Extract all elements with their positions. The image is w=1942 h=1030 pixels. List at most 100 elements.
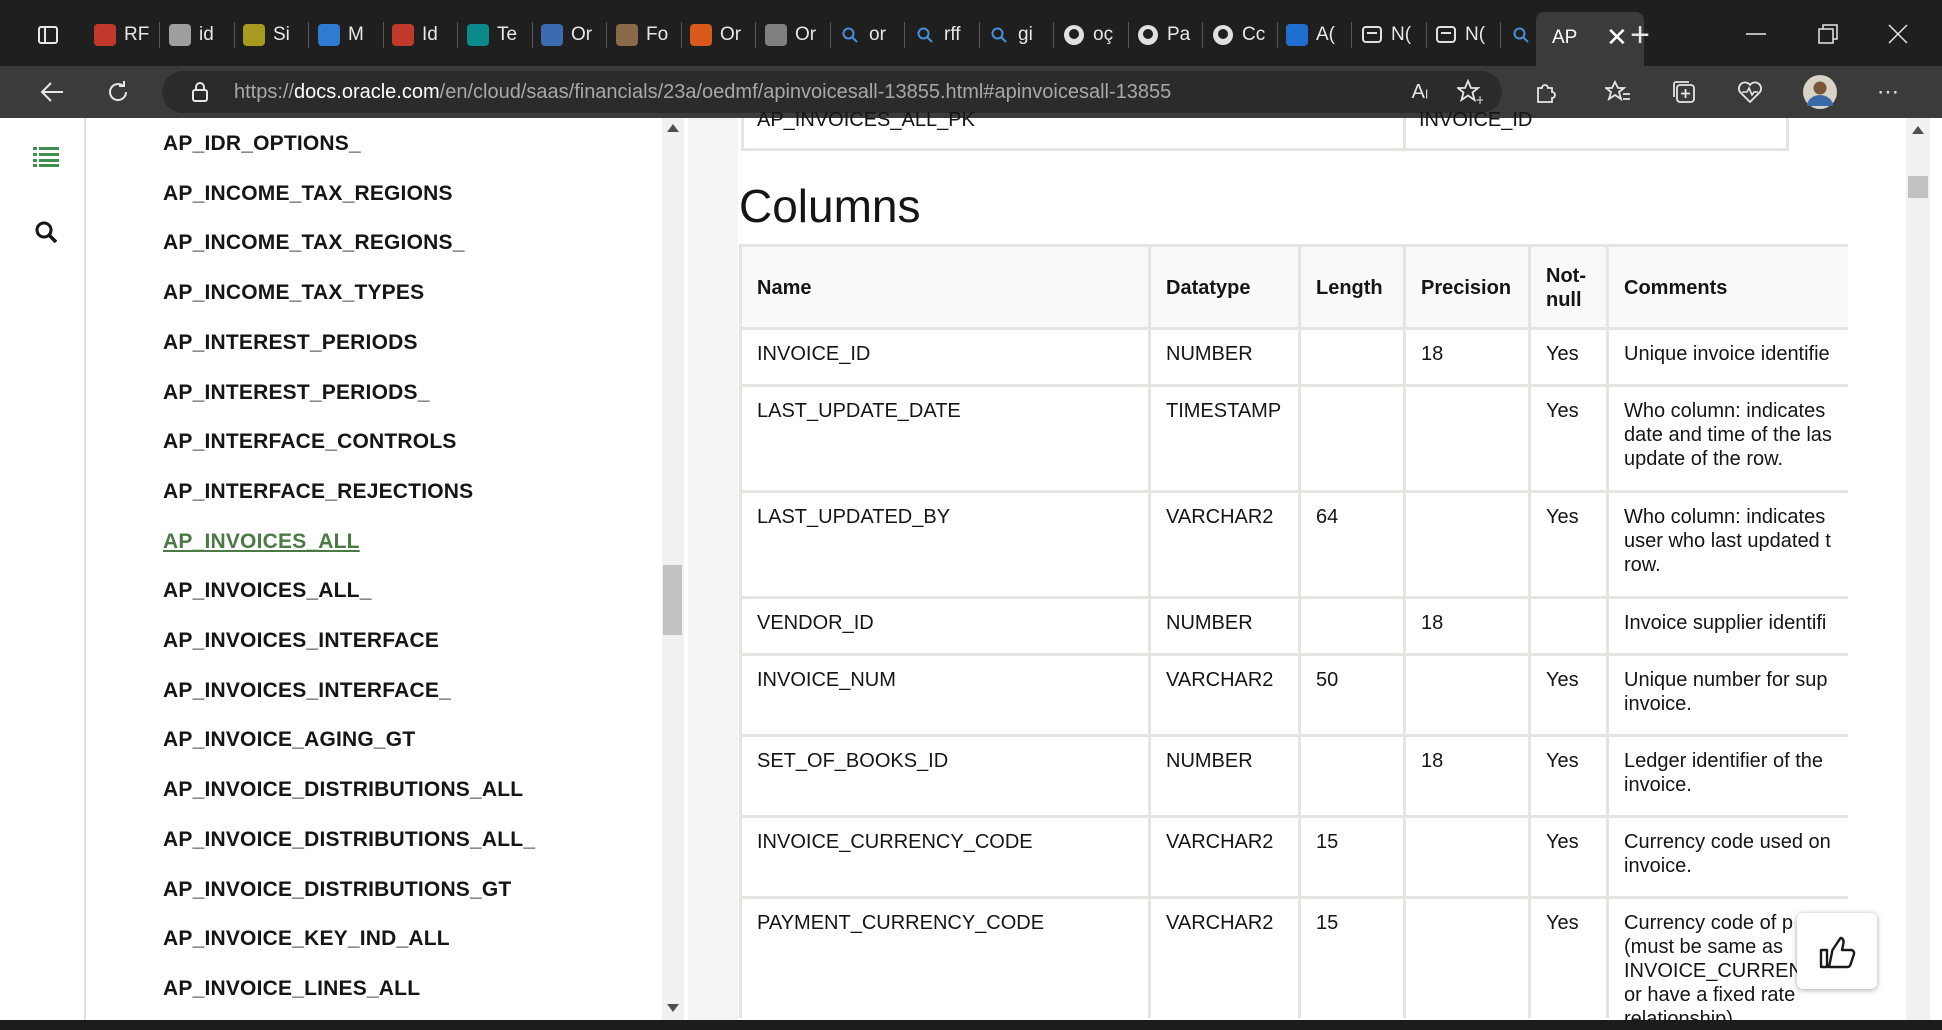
column-header-line: Not- bbox=[1546, 265, 1586, 287]
toc-link[interactable]: AP_INTERFACE_REJECTIONS bbox=[163, 480, 473, 504]
feedback-button[interactable] bbox=[1797, 913, 1877, 989]
toc-link[interactable]: AP_INVOICE_AGING_GT bbox=[163, 728, 415, 752]
table-cell: TIMESTAMP bbox=[1166, 400, 1282, 422]
profile-avatar-icon[interactable] bbox=[1798, 70, 1842, 114]
table-cell: PAYMENT_CURRENCY_CODE bbox=[757, 912, 1045, 934]
browser-tab[interactable]: N( bbox=[1361, 17, 1424, 53]
toc-link[interactable]: AP_INVOICE_DISTRIBUTIONS_ALL bbox=[163, 778, 523, 802]
github-icon bbox=[1063, 24, 1085, 46]
comments-cell: Unique number for sup invoice. bbox=[1624, 668, 1848, 741]
scroll-down-arrow-icon[interactable] bbox=[667, 1004, 679, 1012]
toc-link[interactable]: AP_IDR_OPTIONS_ bbox=[163, 132, 361, 156]
tab-separator bbox=[1425, 22, 1427, 48]
table-of-contents-icon[interactable] bbox=[24, 134, 68, 178]
toc-link[interactable]: AP_INVOICE_LINES_ALL bbox=[163, 977, 420, 1001]
toc-link[interactable]: AP_INVOICE_DISTRIBUTIONS_GT bbox=[163, 878, 511, 902]
browser-tab[interactable]: Or bbox=[541, 17, 604, 53]
column-header: Datatype bbox=[1166, 277, 1251, 299]
comments-cell: Unique invoice identifie bbox=[1624, 342, 1848, 391]
minimize-icon[interactable] bbox=[1726, 12, 1786, 56]
comment-line: Who column: indicates bbox=[1624, 506, 1826, 528]
browser-tab[interactable]: N( bbox=[1435, 17, 1498, 53]
close-window-icon[interactable] bbox=[1868, 12, 1928, 56]
toc-link[interactable]: AP_INCOME_TAX_REGIONS bbox=[163, 182, 453, 206]
table-cell: INVOICE_ID bbox=[757, 343, 871, 365]
browser-tab[interactable]: Si bbox=[243, 17, 306, 53]
table-cell: 15 bbox=[1316, 831, 1339, 853]
toc-link[interactable]: AP_INTEREST_PERIODS_ bbox=[163, 381, 430, 405]
message-icon bbox=[1435, 24, 1457, 46]
toc-link[interactable]: AP_INTEREST_PERIODS bbox=[163, 331, 418, 355]
outlook-icon bbox=[318, 24, 340, 46]
tab-label: Or bbox=[720, 24, 742, 45]
svg-text:+: + bbox=[1475, 93, 1483, 105]
comment-line: row. bbox=[1624, 554, 1661, 576]
tab-separator bbox=[754, 22, 756, 48]
table-cell bbox=[1421, 911, 1524, 935]
toc-link[interactable]: AP_INVOICES_INTERFACE bbox=[163, 629, 439, 653]
lock-icon[interactable] bbox=[178, 70, 222, 114]
taskbar-edge bbox=[0, 1020, 1942, 1030]
tab-separator bbox=[1350, 22, 1352, 48]
toc-link[interactable]: AP_INVOICES_ALL bbox=[163, 530, 360, 554]
search-icon bbox=[839, 24, 861, 46]
browser-tab[interactable]: A( bbox=[1286, 17, 1349, 53]
table-cell: NUMBER bbox=[1166, 750, 1253, 772]
tab-actions-icon[interactable] bbox=[26, 13, 70, 57]
main-scrollbar-thumb[interactable] bbox=[1908, 176, 1928, 198]
toc-link[interactable]: AP_INVOICE_KEY_IND_ALL bbox=[163, 927, 450, 951]
scroll-up-arrow-icon[interactable] bbox=[667, 124, 679, 132]
browser-tab[interactable]: or bbox=[839, 17, 902, 53]
browser-tab[interactable]: id bbox=[169, 17, 232, 53]
browser-tab[interactable]: rff bbox=[914, 17, 977, 53]
browser-tab[interactable]: Id bbox=[392, 17, 455, 53]
table-cell: Yes bbox=[1546, 912, 1579, 934]
table-cell: LAST_UPDATED_BY bbox=[757, 506, 951, 528]
url-text[interactable]: https://docs.oracle.com/en/cloud/saas/fi… bbox=[234, 76, 1171, 108]
main-scrollbar[interactable] bbox=[1906, 118, 1930, 1020]
toc-link[interactable]: AP_INTERFACE_CONTROLS bbox=[163, 430, 457, 454]
toc-link[interactable]: AP_INCOME_TAX_TYPES bbox=[163, 281, 424, 305]
restore-icon[interactable] bbox=[1798, 12, 1858, 56]
more-options-icon[interactable]: ⋯ bbox=[1866, 70, 1910, 114]
search-icon bbox=[914, 24, 936, 46]
browser-tab[interactable]: Fo bbox=[616, 17, 679, 53]
table-cell: SET_OF_BOOKS_ID bbox=[757, 750, 949, 772]
pk-name: AP_INVOICES_ALL_PK bbox=[757, 109, 975, 131]
tab-separator bbox=[1052, 22, 1054, 48]
table-cell: INVOICE_CURRENCY_CODE bbox=[757, 831, 1033, 853]
browser-tab[interactable]: RF bbox=[94, 17, 157, 53]
browser-tab[interactable]: Pa bbox=[1137, 17, 1200, 53]
browser-tab[interactable]: gi bbox=[988, 17, 1051, 53]
toc-link[interactable]: AP_INVOICES_ALL_ bbox=[163, 579, 372, 603]
scroll-up-arrow-icon[interactable] bbox=[1912, 126, 1924, 134]
browser-tab[interactable]: M bbox=[318, 17, 381, 53]
search-icon[interactable] bbox=[24, 210, 68, 254]
table-cell: Yes bbox=[1546, 669, 1579, 691]
browser-tab[interactable]: oç bbox=[1063, 17, 1126, 53]
browser-tab[interactable]: Or bbox=[765, 17, 828, 53]
table-border bbox=[1786, 118, 1789, 150]
refresh-icon[interactable] bbox=[96, 70, 140, 114]
column-header-line: null bbox=[1546, 289, 1582, 311]
toc-link[interactable]: AP_INVOICES_INTERFACE_ bbox=[163, 679, 451, 703]
comments-cell: Who column: indicates date and time of th… bbox=[1624, 399, 1848, 497]
tab-separator bbox=[158, 22, 160, 48]
browser-tab[interactable]: Or bbox=[690, 17, 753, 53]
tab-label: N( bbox=[1465, 24, 1486, 45]
new-tab-icon[interactable]: + bbox=[1618, 13, 1662, 57]
tab-separator bbox=[978, 22, 980, 48]
table-cell bbox=[1421, 399, 1524, 423]
back-arrow-icon[interactable] bbox=[30, 70, 74, 114]
tab-label: Pa bbox=[1167, 24, 1191, 45]
pk-columns: INVOICE_ID bbox=[1419, 109, 1533, 131]
toc-link[interactable]: AP_INCOME_TAX_REGIONS_ bbox=[163, 231, 465, 255]
browser-tab[interactable]: Te bbox=[467, 17, 530, 53]
avatar-icon bbox=[616, 24, 638, 46]
url-path: /en/cloud/saas/financials/23a/oedmf/apin… bbox=[439, 81, 1172, 103]
toc-link[interactable]: AP_INVOICE_DISTRIBUTIONS_ALL_ bbox=[163, 828, 535, 852]
toc-scrollbar-thumb[interactable] bbox=[663, 565, 682, 635]
section-heading: Columns bbox=[739, 180, 921, 232]
browser-tab[interactable]: Cc bbox=[1212, 17, 1275, 53]
c-logo-icon bbox=[243, 24, 265, 46]
